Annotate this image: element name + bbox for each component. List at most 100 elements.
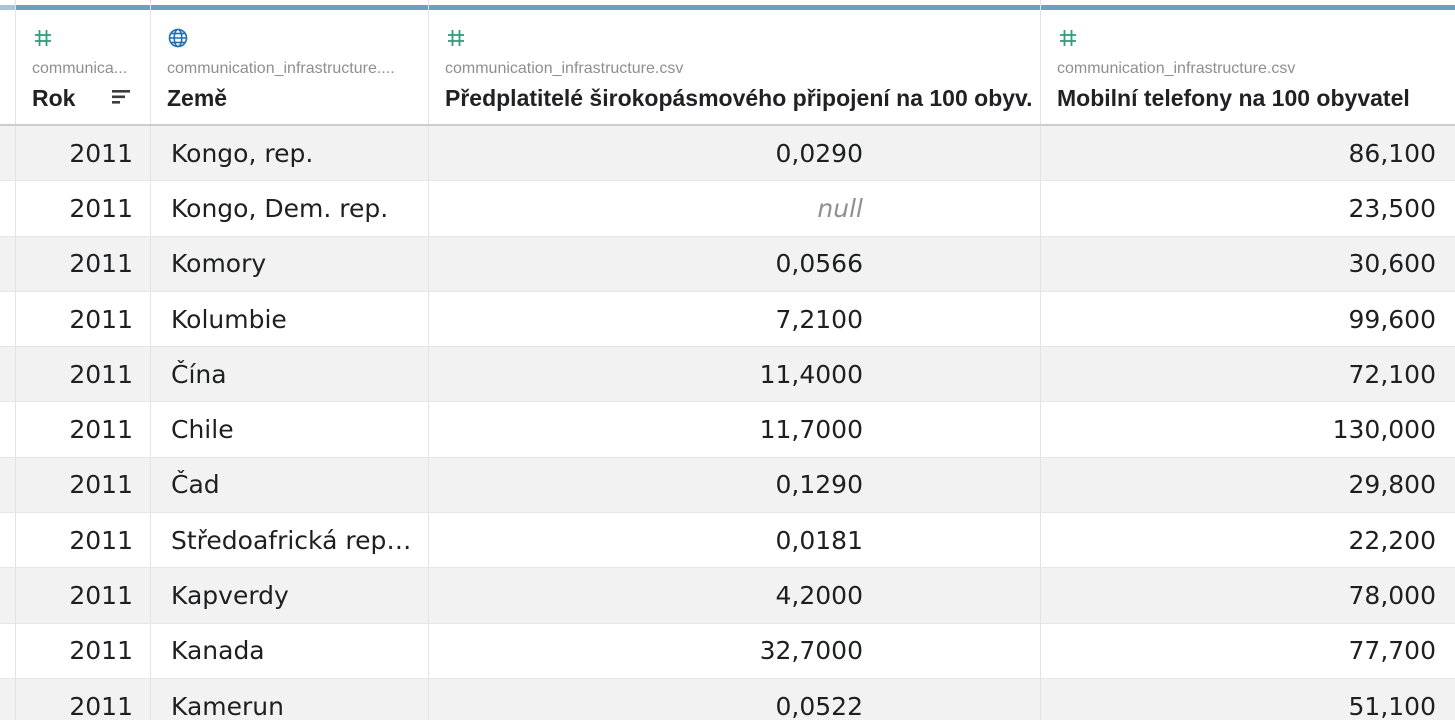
cell-mobile[interactable]: 72,100	[1041, 347, 1455, 401]
cell-mobile[interactable]: 30,600	[1041, 237, 1455, 291]
table-row[interactable]: 2011 Chile 11,7000 130,000	[0, 402, 1455, 458]
cell-broadband[interactable]: 11,4000	[429, 347, 1041, 402]
cell-zeme[interactable]: Kolumbie	[151, 291, 429, 347]
table-row[interactable]: 2011 Kamerun 0,0522 51,100	[0, 678, 1455, 720]
hash-icon	[35, 30, 51, 46]
cell-zeme[interactable]: Čína	[151, 347, 429, 402]
cell-mobile[interactable]: 86,100	[1041, 126, 1455, 180]
row-gutter	[0, 623, 16, 678]
column-source: communication_infrastructure.csv	[445, 60, 684, 77]
cell-zeme-text: Čad	[171, 470, 220, 500]
cell-rok[interactable]: 2011	[16, 513, 151, 568]
cell-rok[interactable]: 2011	[16, 291, 151, 347]
cell-zeme[interactable]: Kanada	[151, 623, 429, 678]
cell-zeme[interactable]: Chile	[151, 402, 429, 457]
sort-descending-icon[interactable]	[110, 88, 132, 108]
cell-mobile[interactable]: 77,700	[1041, 624, 1455, 678]
hash-icon	[1060, 30, 1076, 46]
cell-zeme[interactable]: Komory	[151, 236, 429, 291]
cell-zeme[interactable]: Středoafrická repu…	[151, 513, 429, 568]
cell-rok[interactable]: 2011	[16, 126, 151, 181]
table-row[interactable]: 2011 Kanada 32,7000 77,700	[0, 623, 1455, 679]
header-accent-bar	[16, 5, 150, 10]
cell-zeme-text: Chile	[171, 415, 234, 445]
cell-rok[interactable]: 2011	[16, 347, 151, 402]
column-title: Předplatitelé širokopásmového připojení …	[445, 85, 1032, 111]
column-source: communication_infrastructure....	[167, 60, 395, 77]
cell-broadband[interactable]: 0,0290	[429, 126, 1041, 181]
row-gutter	[0, 457, 16, 513]
column-header-broadband[interactable]: communication_infrastructure.csv Předpla…	[429, 0, 1041, 124]
row-gutter	[0, 126, 16, 181]
cell-zeme[interactable]: Kapverdy	[151, 568, 429, 623]
cell-rok[interactable]: 2011	[16, 457, 151, 513]
cell-broadband[interactable]: 11,7000	[429, 402, 1041, 457]
cell-mobile[interactable]: 99,600	[1041, 292, 1455, 346]
cell-rok[interactable]: 2011	[16, 181, 151, 236]
cell-rok[interactable]: 2011	[16, 568, 151, 623]
row-gutter	[0, 513, 16, 568]
table-row[interactable]: 2011 Komory 0,0566 30,600	[0, 236, 1455, 292]
header-accent-bar	[0, 5, 15, 10]
table-row[interactable]: 2011 Kapverdy 4,2000 78,000	[0, 568, 1455, 624]
cell-rok[interactable]: 2011	[16, 236, 151, 291]
cell-zeme[interactable]: Kongo, Dem. rep.	[151, 181, 429, 236]
cell-zeme-text: Kongo, Dem. rep.	[171, 193, 389, 223]
row-gutter	[0, 181, 16, 236]
header-accent-bar	[151, 5, 428, 10]
table-row[interactable]: 2011 Kolumbie 7,2100 99,600	[0, 291, 1455, 348]
cell-broadband[interactable]: 0,0522	[429, 678, 1041, 720]
cell-mobile[interactable]: 78,000	[1041, 568, 1455, 622]
cell-mobile[interactable]: 29,800	[1041, 458, 1455, 512]
column-header-zeme[interactable]: communication_infrastructure.... Země	[151, 0, 429, 124]
row-gutter-header	[0, 0, 16, 124]
cell-broadband[interactable]: null	[429, 181, 1041, 236]
column-source: communica...	[32, 60, 128, 77]
null-value: null	[817, 193, 863, 223]
column-source: communication_infrastructure.csv	[1057, 60, 1296, 77]
cell-broadband[interactable]: 32,7000	[429, 623, 1041, 678]
cell-rok[interactable]: 2011	[16, 678, 151, 720]
cell-zeme-text: Kanada	[171, 636, 265, 666]
cell-zeme-text: Kamerun	[171, 691, 284, 720]
table-row[interactable]: 2011 Středoafrická repu… 0,0181 22,200	[0, 513, 1455, 569]
cell-broadband[interactable]: 7,2100	[429, 291, 1041, 347]
table-row[interactable]: 2011 Kongo, Dem. rep. null 23,500	[0, 181, 1455, 237]
row-gutter	[0, 347, 16, 402]
cell-zeme-text: Čína	[171, 359, 227, 389]
cell-zeme[interactable]: Čad	[151, 457, 429, 513]
table-row[interactable]: 2011 Čína 11,4000 72,100	[0, 347, 1455, 403]
grid-header: communica... Rok communication_infrastru…	[0, 0, 1455, 126]
data-grid: communica... Rok communication_infrastru…	[0, 0, 1455, 720]
cell-zeme-text: Kongo, rep.	[171, 138, 314, 168]
cell-zeme[interactable]: Kamerun	[151, 678, 429, 720]
cell-broadband[interactable]: 0,0181	[429, 513, 1041, 568]
cell-mobile[interactable]: 22,200	[1041, 513, 1455, 567]
table-row[interactable]: 2011 Čad 0,1290 29,800	[0, 457, 1455, 514]
cell-mobile[interactable]: 130,000	[1041, 402, 1455, 456]
cell-zeme[interactable]: Kongo, rep.	[151, 126, 429, 181]
row-gutter	[0, 568, 16, 623]
cell-broadband[interactable]: 0,1290	[429, 457, 1041, 513]
grid-body: 2011 Kongo, rep. 0,0290 86,100 2011 Kong…	[0, 126, 1455, 720]
cell-zeme-text: Kapverdy	[171, 581, 289, 611]
cell-zeme-text: Komory	[171, 249, 267, 279]
cell-rok[interactable]: 2011	[16, 623, 151, 678]
column-header-mobile[interactable]: communication_infrastructure.csv Mobilní…	[1041, 0, 1455, 124]
header-accent-bar	[1041, 5, 1455, 10]
cell-rok[interactable]: 2011	[16, 402, 151, 457]
cell-mobile[interactable]: 23,500	[1041, 181, 1455, 235]
hash-icon	[448, 30, 464, 46]
cell-zeme-text: Středoafrická repu…	[171, 525, 416, 555]
row-gutter	[0, 236, 16, 291]
column-header-rok[interactable]: communica... Rok	[16, 0, 151, 124]
row-gutter	[0, 402, 16, 457]
globe-icon	[168, 28, 188, 48]
cell-broadband[interactable]: 4,2000	[429, 568, 1041, 623]
row-gutter	[0, 678, 16, 720]
column-title: Země	[167, 85, 228, 111]
cell-broadband[interactable]: 0,0566	[429, 236, 1041, 291]
table-row[interactable]: 2011 Kongo, rep. 0,0290 86,100	[0, 126, 1455, 182]
cell-mobile[interactable]: 51,100	[1041, 679, 1455, 720]
cell-zeme-text: Kolumbie	[171, 304, 287, 334]
